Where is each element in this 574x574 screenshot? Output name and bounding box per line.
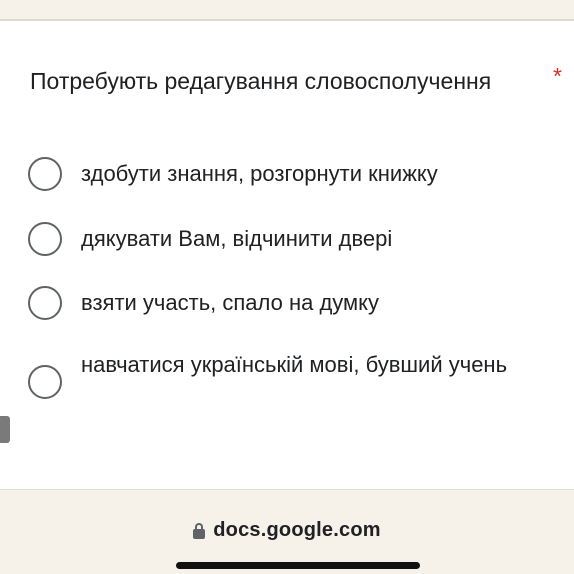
radio-button[interactable] [28,365,62,399]
required-asterisk: * [553,63,562,89]
side-drag-handle[interactable] [0,416,10,443]
page: Потребують редагування словосполучення *… [0,0,574,574]
radio-button[interactable] [28,222,62,256]
browser-address-bar: docs.google.com [0,491,574,574]
option-label[interactable]: навчатися українській мові, бувший учень [81,347,521,383]
url-text[interactable]: docs.google.com [213,519,380,542]
url-display[interactable]: docs.google.com [0,515,574,545]
radio-button[interactable] [28,157,62,191]
option-label[interactable]: взяти участь, спало на думку [81,285,521,321]
option-label[interactable]: дякувати Вам, відчинити двері [81,221,521,257]
previous-card-edge [0,0,574,20]
radio-button[interactable] [28,286,62,320]
question-title: Потребують редагування словосполучення [30,68,492,94]
option-label[interactable]: здобути знання, розгорнути книжку [81,156,521,192]
home-indicator[interactable] [176,562,420,569]
lock-icon [193,523,206,539]
